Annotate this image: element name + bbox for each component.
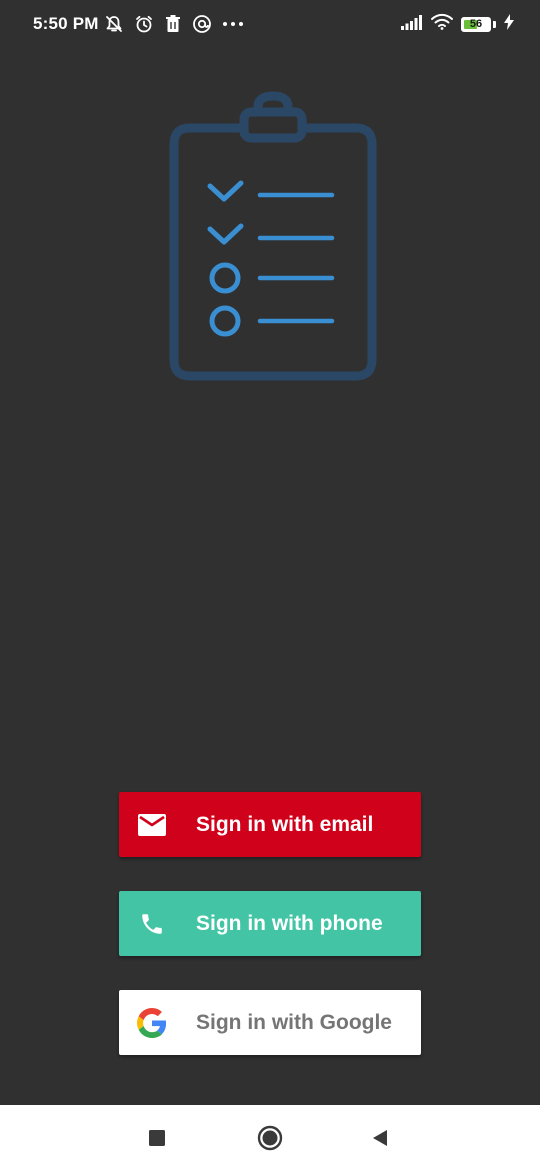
status-bar: 5:50 PM 56 [0, 0, 540, 48]
status-time: 5:50 PM [33, 14, 99, 33]
circle-mark-4 [209, 305, 241, 337]
sign-in-google-label: Sign in with Google [196, 1010, 392, 1034]
sign-in-google-button[interactable]: Sign in with Google [119, 990, 421, 1055]
battery-level: 56 [469, 17, 483, 30]
sign-in-email-button[interactable]: Sign in with email [119, 792, 421, 857]
clipboard-clip [239, 107, 307, 143]
clipboard-board [169, 123, 377, 381]
charging-bolt-icon [504, 13, 514, 35]
battery-tip [493, 20, 496, 28]
more-dots-icon [222, 14, 244, 34]
battery-icon: 56 [461, 16, 491, 32]
alarm-icon [134, 14, 154, 34]
signal-icon [401, 14, 423, 35]
system-navigation-bar [0, 1105, 540, 1170]
notifications-off-icon [104, 14, 124, 34]
check-mark-1 [207, 180, 244, 202]
sign-in-phone-label: Sign in with phone [196, 911, 383, 935]
wifi-icon [431, 13, 453, 35]
sign-in-phone-button[interactable]: Sign in with phone [119, 891, 421, 956]
google-logo-icon [137, 1007, 167, 1038]
recents-square-icon[interactable] [148, 1129, 166, 1147]
email-icon [137, 810, 167, 840]
check-mark-2 [207, 223, 244, 245]
home-circle-icon[interactable] [257, 1125, 283, 1151]
trash-icon [164, 14, 182, 34]
phone-icon [137, 909, 167, 939]
clipboard-checklist-icon [169, 91, 377, 381]
status-icons-left [104, 14, 244, 34]
sign-in-email-label: Sign in with email [196, 812, 374, 836]
clipboard-checklist-illustration [166, 88, 380, 389]
at-icon [192, 14, 212, 34]
status-icons-right: 56 [401, 13, 514, 35]
circle-mark-3 [209, 262, 241, 294]
back-triangle-icon[interactable] [371, 1129, 389, 1147]
